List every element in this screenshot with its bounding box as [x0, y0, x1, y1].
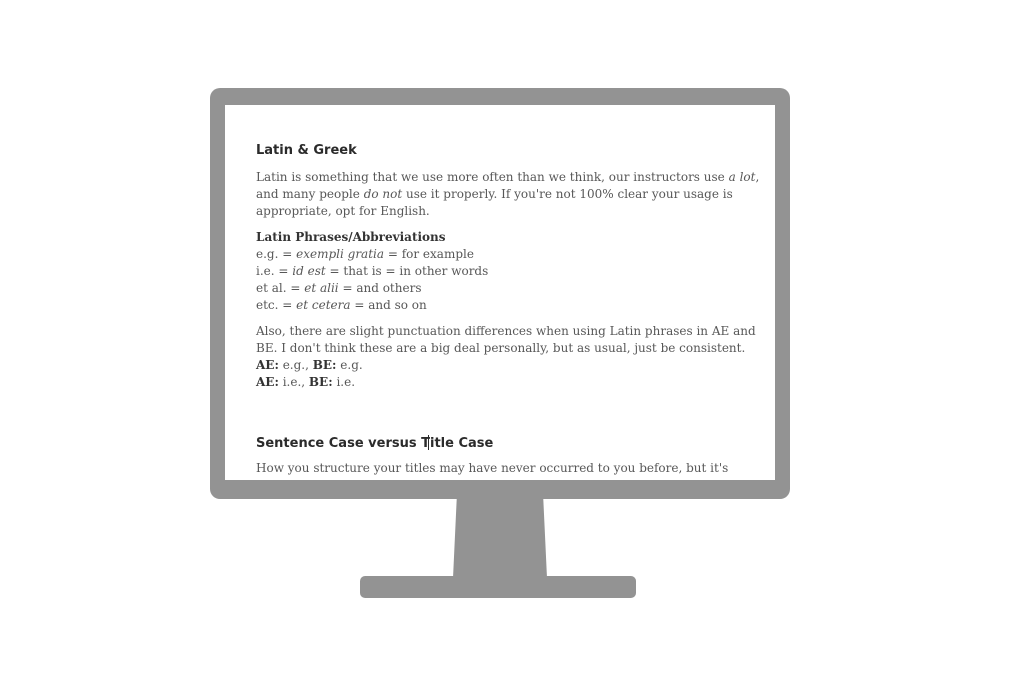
monitor-stand-neck	[453, 498, 547, 578]
monitor-stand-base	[360, 576, 636, 598]
monitor-screen: Latin & Greek Latin is something that we…	[225, 105, 775, 480]
desktop-background: Latin & Greek Latin is something that we…	[0, 0, 1010, 674]
phrases-subheading: Latin Phrases/Abbreviations	[256, 230, 446, 244]
intro-paragraph: Latin is something that we use more ofte…	[256, 170, 760, 218]
phrase-item: i.e. = id est = that is = in other words	[256, 264, 489, 278]
section-title-latin-greek: Latin & Greek	[256, 143, 357, 158]
phrase-item: e.g. = exempli gratia = for example	[256, 247, 474, 261]
section2-paragraph: How you structure your titles may have n…	[256, 461, 729, 475]
latin-phrases-list: Latin Phrases/Abbreviations e.g. = exemp…	[256, 229, 736, 314]
text-cursor-icon	[428, 435, 429, 450]
document-content: Latin & Greek Latin is something that we…	[256, 143, 760, 480]
ae-be-example-2: AE: i.e., BE: i.e.	[256, 375, 356, 389]
phrase-item: etc. = et cetera = and so on	[256, 298, 427, 312]
punctuation-paragraph: Also, there are slight punctuation diffe…	[256, 324, 756, 389]
ae-be-example-1: AE: e.g., BE: e.g.	[256, 358, 363, 372]
phrase-item: et al. = et alii = and others	[256, 281, 422, 295]
section-title-sentence-case: Sentence Case versus Title Case	[256, 435, 494, 451]
